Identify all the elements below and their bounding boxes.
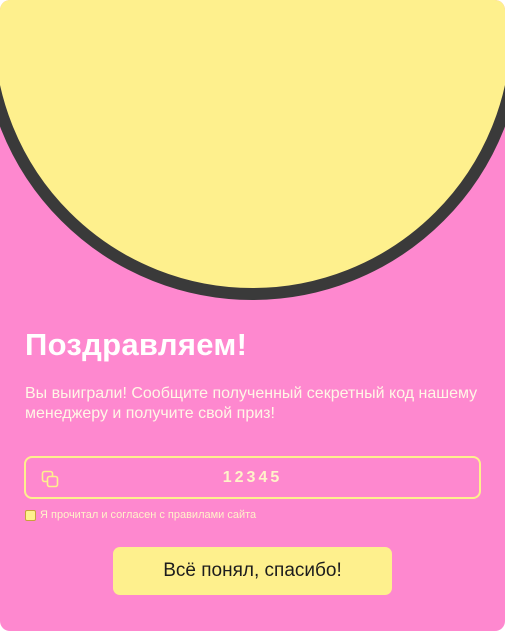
- popup-title: Поздравляем!: [25, 327, 248, 362]
- secret-code-value: 12345: [222, 469, 283, 486]
- confirm-button[interactable]: Всё понял, спасибо!: [113, 547, 392, 595]
- agreement-checkbox-row[interactable]: Я прочитал и согласен с правилами сайта: [25, 509, 256, 521]
- secret-code-field[interactable]: 12345: [24, 456, 481, 499]
- prize-popup: Поздравляем! Вы выиграли! Сообщите получ…: [0, 0, 505, 631]
- agreement-checkbox[interactable]: [25, 509, 36, 521]
- popup-message: Вы выиграли! Сообщите полученный секретн…: [25, 385, 478, 422]
- decorative-circle: [0, 0, 505, 300]
- agreement-label: Я прочитал и согласен с правилами сайта: [40, 509, 257, 521]
